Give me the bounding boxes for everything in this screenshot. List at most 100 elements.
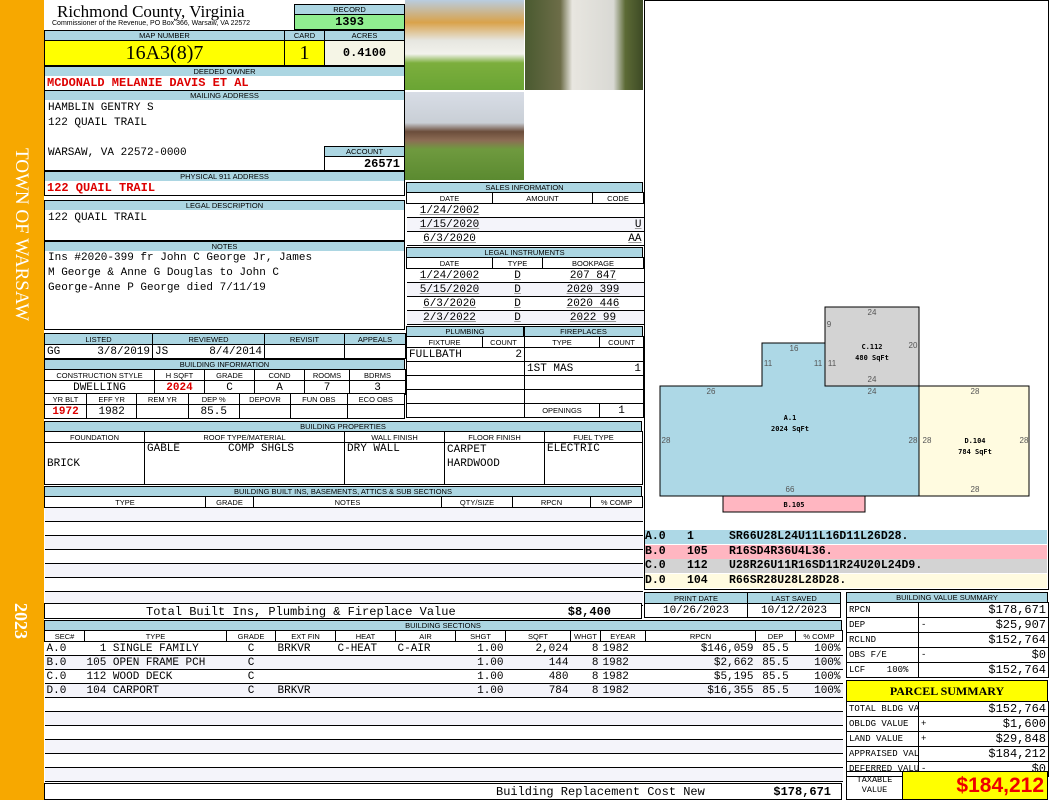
section-cell: C-HEAT bbox=[335, 641, 396, 656]
sketch-dim: 28 bbox=[1020, 436, 1029, 445]
section-cell: 2,024 bbox=[505, 641, 571, 656]
section-cell bbox=[84, 753, 227, 768]
sketch-dim: 20 bbox=[909, 341, 918, 350]
section-cell bbox=[505, 711, 571, 726]
summary-row: TOTAL BLDG VALUE $152,764 bbox=[846, 701, 1049, 717]
sketch-code-row: A.0 1 SR66U28L24U11L16D11L26D28. bbox=[645, 530, 1047, 544]
last-saved: 10/12/2023 bbox=[747, 603, 841, 618]
section-cell bbox=[645, 753, 756, 768]
section-cell bbox=[395, 655, 456, 670]
table-row: D.0 104 CARPORT C BRKVR 1.00 784 8 1982 $16,355 8… bbox=[44, 683, 843, 698]
section-cell: 1982 bbox=[600, 641, 646, 656]
section-cell: 85.5 bbox=[755, 641, 796, 656]
section-cell: B.0 bbox=[44, 655, 85, 670]
section-cell bbox=[226, 753, 276, 768]
sketch-code-field: SR66U28L24U11L16D11L26D28. bbox=[729, 530, 909, 543]
section-cell bbox=[795, 739, 843, 754]
section-cell: C.0 bbox=[44, 669, 85, 684]
summary-label: OBS F/E bbox=[846, 647, 919, 663]
section-cell bbox=[755, 753, 796, 768]
section-cell bbox=[795, 767, 843, 782]
section-cell bbox=[645, 725, 756, 740]
section-cell bbox=[44, 753, 85, 768]
section-cell bbox=[335, 683, 396, 698]
section-cell bbox=[600, 739, 646, 754]
section-cell bbox=[570, 711, 601, 726]
sketch-code-field: 105 bbox=[687, 544, 708, 558]
section-cell bbox=[570, 753, 601, 768]
section-cell bbox=[505, 697, 571, 712]
section-cell bbox=[335, 697, 396, 712]
taxable-value: $184,212 bbox=[902, 771, 1048, 800]
section-cell: 1.00 bbox=[455, 655, 506, 670]
section-cell: 100% bbox=[795, 683, 843, 698]
summary-sign: + bbox=[918, 731, 933, 747]
section-cell bbox=[395, 725, 456, 740]
section-cell bbox=[455, 767, 506, 782]
section-cell bbox=[275, 753, 336, 768]
replacement-cost-label: Building Replacement Cost New bbox=[496, 785, 705, 799]
sketch-code-field: B.0 bbox=[645, 544, 666, 558]
section-cell bbox=[84, 739, 227, 754]
section-cell bbox=[84, 767, 227, 782]
section-cell bbox=[505, 725, 571, 740]
summary-label: LAND VALUE bbox=[846, 731, 919, 747]
sketch-code-field: A.0 bbox=[645, 530, 666, 543]
summary-value: $184,212 bbox=[932, 746, 1049, 762]
sketch-dim: 16 bbox=[790, 344, 799, 353]
section-header: SQFT bbox=[505, 630, 571, 642]
section-cell bbox=[455, 753, 506, 768]
section-header: DEP bbox=[755, 630, 796, 642]
section-cell bbox=[335, 711, 396, 726]
summary-value: $0 bbox=[932, 647, 1049, 663]
section-cell bbox=[395, 669, 456, 684]
sketch-code-field: U28R26U11R16SD11R24U20L24D9. bbox=[729, 559, 923, 572]
sketch-code-row: D.0 104 R66SR28U28L28D28. bbox=[645, 573, 1047, 588]
section-cell bbox=[226, 711, 276, 726]
sketch-area-a: 2024 SqFt bbox=[771, 425, 809, 433]
summary-value: $152,764 bbox=[932, 632, 1049, 648]
section-cell: BRKVR bbox=[275, 683, 336, 698]
section-cell: 8 bbox=[570, 669, 601, 684]
section-cell bbox=[645, 697, 756, 712]
section-cell: C bbox=[226, 669, 276, 684]
section-header: WHGT bbox=[570, 630, 601, 642]
sketch-dim: 66 bbox=[786, 485, 795, 494]
section-cell: BRKVR bbox=[275, 641, 336, 656]
summary-label: DEP bbox=[846, 617, 919, 633]
section-cell bbox=[395, 753, 456, 768]
sketch-dim: 26 bbox=[707, 387, 716, 396]
section-cell: 1982 bbox=[600, 683, 646, 698]
section-cell bbox=[570, 697, 601, 712]
section-cell bbox=[44, 725, 85, 740]
taxable-value-label: TAXABLE VALUE bbox=[846, 771, 903, 800]
summary-value: $29,848 bbox=[932, 731, 1049, 747]
summary-row: RPCN $178,671 bbox=[846, 602, 1049, 618]
summary-row: OBS F/E - $0 bbox=[846, 647, 1049, 663]
summary-value: $152,764 bbox=[932, 701, 1049, 717]
summary-label: RPCN bbox=[846, 602, 919, 618]
section-cell bbox=[226, 767, 276, 782]
section-cell bbox=[600, 753, 646, 768]
sketch-code-field: D.0 bbox=[645, 573, 666, 587]
section-cell: 1982 bbox=[600, 669, 646, 684]
table-row: B.0 105 OPEN FRAME PCH C 1.00 144 8 1982 $2,662… bbox=[44, 655, 843, 670]
summary-row: APPRAISED VALUE $184,212 bbox=[846, 746, 1049, 762]
section-cell bbox=[570, 725, 601, 740]
section-cell bbox=[395, 739, 456, 754]
sketch-code-field: 112 bbox=[687, 559, 708, 572]
section-cell: 105 OPEN FRAME PCH bbox=[84, 655, 227, 670]
section-cell bbox=[44, 739, 85, 754]
sketch-dim: 11 bbox=[814, 359, 823, 368]
section-cell: 784 bbox=[505, 683, 571, 698]
table-row bbox=[44, 739, 843, 754]
summary-label: OBLDG VALUE bbox=[846, 716, 919, 732]
section-cell bbox=[600, 767, 646, 782]
section-cell bbox=[600, 697, 646, 712]
section-cell bbox=[44, 697, 85, 712]
sketch-label-b: B.105 bbox=[783, 501, 804, 509]
section-cell: 1.00 bbox=[455, 683, 506, 698]
parcel-summary-title: PARCEL SUMMARY bbox=[846, 680, 1048, 702]
sketch-code-row: C.0 112 U28R26U11R16SD11R24U20L24D9. bbox=[645, 559, 1047, 573]
section-cell: 112 WOOD DECK bbox=[84, 669, 227, 684]
